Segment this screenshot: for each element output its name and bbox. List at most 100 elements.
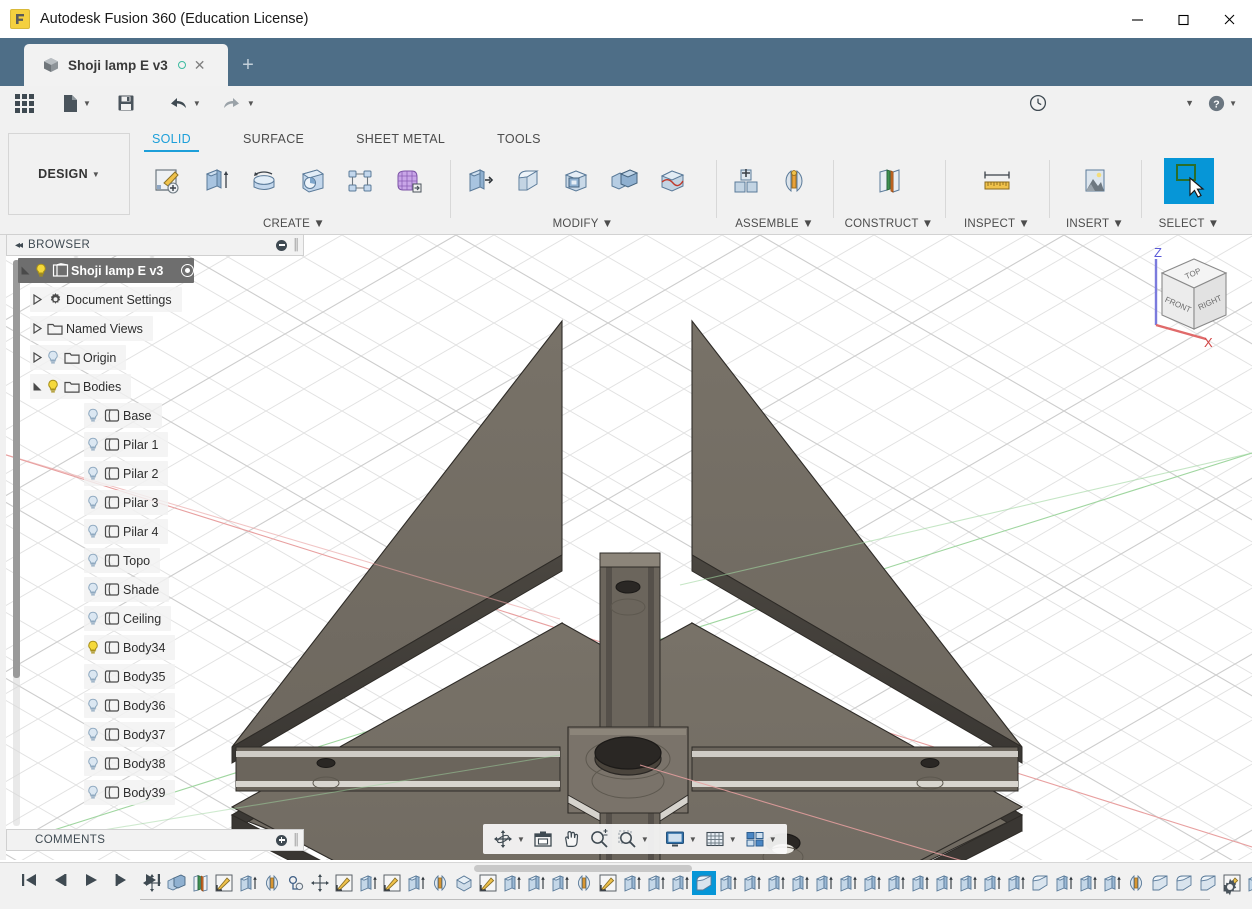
timeline-feature-fillet[interactable] bbox=[1028, 871, 1052, 895]
expander-icon[interactable] bbox=[30, 381, 44, 392]
visibility-bulb-icon[interactable] bbox=[84, 640, 101, 655]
document-tab[interactable]: Shoji lamp E v3 ✕ bbox=[24, 44, 228, 86]
tree-node-body37[interactable]: Body37 bbox=[84, 722, 176, 747]
timeline-feature-extrude[interactable] bbox=[740, 871, 764, 895]
visibility-bulb-icon[interactable] bbox=[84, 466, 101, 481]
tree-node-bodies[interactable]: Bodies bbox=[30, 374, 132, 399]
tree-node-body36[interactable]: Body36 bbox=[84, 693, 176, 718]
tree-node-origin[interactable]: Origin bbox=[30, 345, 127, 370]
new-component-icon[interactable] bbox=[724, 158, 768, 204]
offset-plane-icon[interactable] bbox=[867, 158, 911, 204]
shell-icon[interactable] bbox=[554, 158, 598, 204]
measure-icon[interactable] bbox=[975, 158, 1019, 204]
tree-node-shade[interactable]: Shade bbox=[84, 577, 170, 602]
visibility-bulb-icon[interactable] bbox=[84, 785, 101, 800]
extrude-icon[interactable] bbox=[194, 158, 238, 204]
display-settings-icon[interactable]: ▼ bbox=[661, 824, 701, 854]
timeline-feature-sketch[interactable] bbox=[476, 871, 500, 895]
clock-icon[interactable] bbox=[1022, 86, 1054, 120]
insert-image-icon[interactable] bbox=[1073, 158, 1117, 204]
timeline-feature-extrude[interactable] bbox=[644, 871, 668, 895]
timeline-feature-extrude[interactable] bbox=[788, 871, 812, 895]
timeline-feature-joint[interactable] bbox=[284, 871, 308, 895]
visibility-bulb-icon[interactable] bbox=[44, 350, 61, 365]
visibility-bulb-icon[interactable] bbox=[84, 669, 101, 684]
timeline-feature-extrude[interactable] bbox=[548, 871, 572, 895]
timeline-feature-extrude[interactable] bbox=[980, 871, 1004, 895]
expander-icon[interactable] bbox=[30, 323, 44, 334]
visibility-bulb-icon[interactable] bbox=[84, 437, 101, 452]
timeline-feature-sketch[interactable] bbox=[212, 871, 236, 895]
timeline-feature-extrude[interactable] bbox=[1244, 871, 1252, 895]
panel-insert-title[interactable]: INSERT ▼ bbox=[1057, 218, 1133, 232]
zoom-window-icon[interactable]: ▼ bbox=[613, 824, 653, 854]
timeline-feature-extrude[interactable] bbox=[860, 871, 884, 895]
panel-assemble-title[interactable]: ASSEMBLE ▼ bbox=[724, 218, 825, 232]
sweep-icon[interactable] bbox=[290, 158, 334, 204]
tree-node-ceiling[interactable]: Ceiling bbox=[84, 606, 172, 631]
expander-icon[interactable] bbox=[30, 352, 44, 363]
timeline-feature-extrude[interactable] bbox=[1076, 871, 1100, 895]
joint-icon[interactable] bbox=[772, 158, 816, 204]
tree-node-body38[interactable]: Body38 bbox=[84, 751, 176, 776]
tree-node-pilar-2[interactable]: Pilar 2 bbox=[84, 461, 169, 486]
combine-icon[interactable] bbox=[602, 158, 646, 204]
workspace-switcher[interactable]: DESIGN ▼ bbox=[8, 133, 130, 215]
step-forward-button[interactable] bbox=[113, 871, 131, 894]
timeline-feature-extrude[interactable] bbox=[620, 871, 644, 895]
collapse-panel-icon[interactable]: ◂◂ bbox=[15, 240, 23, 251]
tree-node-body35[interactable]: Body35 bbox=[84, 664, 176, 689]
fillet-icon[interactable] bbox=[506, 158, 550, 204]
expander-icon[interactable] bbox=[30, 294, 44, 305]
press-pull-icon[interactable] bbox=[458, 158, 502, 204]
panel-create-title[interactable]: CREATE ▼ bbox=[146, 218, 442, 232]
timeline-feature-sketch[interactable] bbox=[380, 871, 404, 895]
tree-node-shoji-lamp-e-v3[interactable]: Shoji lamp E v3 bbox=[18, 258, 195, 283]
panel-construct-title[interactable]: CONSTRUCT ▼ bbox=[841, 218, 937, 232]
browser-scrollbar-thumb[interactable] bbox=[13, 260, 20, 678]
visibility-bulb-icon[interactable] bbox=[84, 408, 101, 423]
timeline-feature-extrude[interactable] bbox=[812, 871, 836, 895]
timeline-feature-extrude[interactable] bbox=[716, 871, 740, 895]
timeline-feature-extrude[interactable] bbox=[1052, 871, 1076, 895]
grid-snaps-icon[interactable]: ▼ bbox=[701, 824, 741, 854]
timeline-feature-fillet[interactable] bbox=[1172, 871, 1196, 895]
mesh-icon[interactable] bbox=[386, 158, 430, 204]
timeline-feature-extrude[interactable] bbox=[236, 871, 260, 895]
minimize-button[interactable] bbox=[1114, 0, 1160, 38]
timeline-feature-extrude[interactable] bbox=[956, 871, 980, 895]
tab-solid[interactable]: SOLID bbox=[140, 128, 203, 152]
timeline-feature-extrude[interactable] bbox=[1100, 871, 1124, 895]
undo-icon[interactable]: ▼ bbox=[160, 86, 208, 120]
visibility-bulb-icon[interactable] bbox=[84, 698, 101, 713]
tree-node-base[interactable]: Base bbox=[84, 403, 162, 428]
timeline-feature-move[interactable] bbox=[140, 871, 164, 895]
timeline-feature-extrude[interactable] bbox=[836, 871, 860, 895]
visibility-bulb-icon[interactable] bbox=[84, 756, 101, 771]
timeline-feature-extrude[interactable] bbox=[764, 871, 788, 895]
timeline-feature-extrude[interactable] bbox=[500, 871, 524, 895]
timeline-feature-extrude[interactable] bbox=[668, 871, 692, 895]
play-button[interactable] bbox=[82, 871, 100, 894]
timeline-feature-mirror[interactable] bbox=[260, 871, 284, 895]
file-icon[interactable]: ▼ bbox=[55, 86, 98, 120]
look-at-icon[interactable] bbox=[529, 824, 557, 854]
browser-tree[interactable]: Shoji lamp E v3 Document Settings Named Vi… bbox=[6, 258, 304, 828]
timeline-feature-plane[interactable] bbox=[188, 871, 212, 895]
split-face-icon[interactable] bbox=[650, 158, 694, 204]
expander-icon[interactable] bbox=[18, 265, 32, 276]
tree-node-body34[interactable]: Body34 bbox=[84, 635, 176, 660]
panel-modify-title[interactable]: MODIFY ▼ bbox=[458, 218, 708, 232]
comments-header[interactable]: COMMENTS ║ bbox=[6, 829, 304, 851]
tree-node-pilar-1[interactable]: Pilar 1 bbox=[84, 432, 169, 457]
pattern-icon[interactable] bbox=[338, 158, 382, 204]
account-caret-icon[interactable]: ▼ bbox=[1174, 86, 1201, 120]
pan-icon[interactable] bbox=[557, 824, 585, 854]
help-icon[interactable]: ? ▼ bbox=[1201, 86, 1244, 120]
tree-node-pilar-3[interactable]: Pilar 3 bbox=[84, 490, 169, 515]
timeline-feature-combine[interactable] bbox=[164, 871, 188, 895]
viewports-icon[interactable]: ▼ bbox=[741, 824, 781, 854]
plus-circle-icon[interactable] bbox=[276, 834, 288, 846]
browser-scrollbar[interactable] bbox=[13, 260, 20, 826]
timeline-feature-mirror[interactable] bbox=[1124, 871, 1148, 895]
